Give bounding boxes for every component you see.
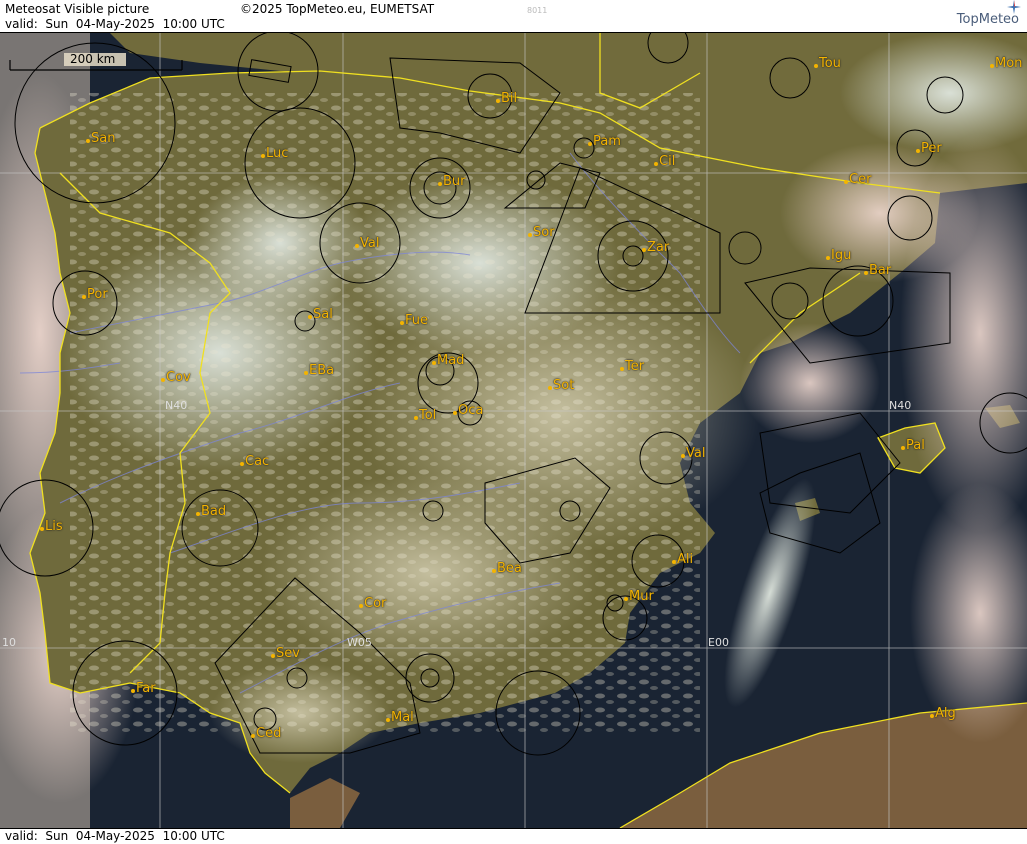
city-marker[interactable] [814,64,818,68]
city-label[interactable]: Ali [677,552,693,567]
city-marker[interactable] [624,597,628,601]
image-code: 8011 [527,6,548,15]
city-marker[interactable] [588,142,592,146]
city-marker[interactable] [196,512,200,516]
city-label[interactable]: Igu [831,248,851,263]
city-label[interactable]: EBa [309,363,334,378]
city-marker[interactable] [438,182,442,186]
city-label[interactable]: Zar [647,240,669,255]
city-marker[interactable] [400,321,404,325]
city-label[interactable]: Cor [364,596,386,611]
city-label[interactable]: Tol [419,408,436,423]
city-marker[interactable] [916,149,920,153]
city-label[interactable]: Mad [437,353,464,368]
city-marker[interactable] [844,180,848,184]
city-marker[interactable] [492,569,496,573]
map-canvas [0,33,1027,828]
city-marker[interactable] [864,271,868,275]
city-label[interactable]: Sal [313,307,333,322]
header: Meteosat Visible picture ©2025 TopMeteo.… [0,0,1027,33]
city-label[interactable]: Bar [869,263,891,278]
city-label[interactable]: Luc [266,146,288,161]
city-marker[interactable] [930,714,934,718]
city-label[interactable]: Mur [629,589,654,604]
city-marker[interactable] [414,416,418,420]
city-label[interactable]: Val [686,446,705,461]
city-marker[interactable] [826,256,830,260]
topmeteo-logo[interactable]: TopMeteo [956,0,1021,27]
city-label[interactable]: Sev [276,646,300,661]
city-marker[interactable] [355,244,359,248]
city-label[interactable]: Val [360,236,379,251]
city-marker[interactable] [359,604,363,608]
city-marker[interactable] [681,454,685,458]
city-label[interactable]: Sot [553,378,574,393]
city-label[interactable]: Bur [443,174,466,189]
city-marker[interactable] [496,99,500,103]
grid-label-n40-right: N40 [889,399,912,412]
city-marker[interactable] [251,734,255,738]
city-marker[interactable] [240,462,244,466]
footer: valid: Sun 04-May-2025 10:00 UTC [0,828,1027,844]
city-label[interactable]: Pam [593,134,621,149]
city-label[interactable]: Bil [501,91,517,106]
city-label[interactable]: Fue [405,313,428,328]
city-label[interactable]: Per [921,141,942,156]
city-marker[interactable] [654,162,658,166]
city-marker[interactable] [620,367,624,371]
city-marker[interactable] [40,527,44,531]
city-marker[interactable] [432,361,436,365]
grid-label-w10: 10 [2,636,16,649]
city-label[interactable]: Tou [819,56,841,71]
city-label[interactable]: Sor [533,225,555,240]
city-marker[interactable] [901,446,905,450]
map-title: Meteosat Visible picture [5,2,150,16]
city-label[interactable]: Mon [995,56,1022,71]
city-label[interactable]: San [91,131,115,146]
city-marker[interactable] [304,371,308,375]
scale-label: 200 km [70,52,116,66]
cloud-mass [740,323,880,443]
cumulus-speckle [70,93,700,733]
compass-star-icon [1007,0,1021,14]
grid-label-n40-left: N40 [165,399,188,412]
city-label[interactable]: Lis [45,519,63,534]
city-marker[interactable] [548,386,552,390]
city-label[interactable]: Bea [497,561,522,576]
city-label[interactable]: Cil [659,154,675,169]
city-marker[interactable] [86,139,90,143]
city-marker[interactable] [990,64,994,68]
city-marker[interactable] [82,295,86,299]
city-marker[interactable] [161,378,165,382]
city-label[interactable]: Oca [458,403,483,418]
city-marker[interactable] [672,560,676,564]
grid-label-e00: E00 [708,636,729,649]
copyright: ©2025 TopMeteo.eu, EUMETSAT [240,2,435,16]
city-label[interactable]: Alg [935,706,956,721]
city-label[interactable]: Mal [391,710,414,725]
city-marker[interactable] [642,248,646,252]
satellite-map[interactable]: 200 km N40 N40 W05 E00 10 San Luc Bil Pam To… [0,33,1027,828]
city-marker[interactable] [261,154,265,158]
city-marker[interactable] [453,411,457,415]
city-marker[interactable] [386,718,390,722]
city-label[interactable]: Pal [906,438,925,453]
city-label[interactable]: Ced [256,726,281,741]
city-label[interactable]: Cer [849,172,871,187]
city-marker[interactable] [271,654,275,658]
valid-time: valid: Sun 04-May-2025 10:00 UTC [5,17,225,31]
grid-label-w05: W05 [347,636,372,649]
city-label[interactable]: Cov [166,370,191,385]
logo-text: TopMeteo [956,12,1019,27]
city-label[interactable]: Cac [245,454,269,469]
city-marker[interactable] [528,233,532,237]
city-marker[interactable] [131,689,135,693]
footer-valid-time: valid: Sun 04-May-2025 10:00 UTC [5,829,225,843]
city-label[interactable]: Bad [201,504,226,519]
city-label[interactable]: Ter [625,359,644,374]
city-label[interactable]: Far [136,681,156,696]
city-label[interactable]: Por [87,287,108,302]
city-marker[interactable] [308,315,312,319]
